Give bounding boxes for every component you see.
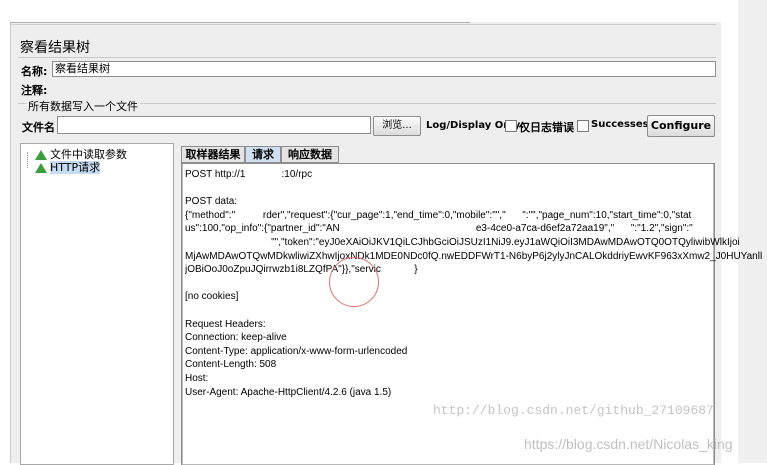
successes-label: Successes — [591, 119, 649, 130]
successes-checkbox[interactable] — [577, 120, 589, 132]
divider — [18, 57, 716, 58]
errors-label: 仅日志错误 — [519, 121, 574, 134]
sampler-tree: 文件中读取参数 HTTP请求 — [20, 143, 174, 465]
tree-item[interactable]: HTTP请求 — [35, 159, 101, 175]
divider — [10, 22, 470, 23]
tab-request[interactable]: 请求 — [245, 146, 281, 163]
request-line: Content-Type: application/x-www-form-url… — [185, 345, 408, 357]
request-line: Request Headers: — [185, 318, 266, 330]
tree-item-label: HTTP请求 — [50, 161, 101, 174]
request-line: Content-Length: 508 — [185, 359, 277, 371]
tree-connector — [27, 152, 29, 168]
comment-label: 注释: — [21, 84, 48, 97]
request-line: Connection: keep-alive — [185, 332, 287, 344]
request-line: us":100,"op_info":{"partner_id":"AN e3-4… — [185, 223, 693, 235]
comment-field[interactable] — [52, 80, 716, 96]
watermark-blog-url-2: https://blog.csdn.net/Nicolas_king — [524, 436, 733, 452]
request-line: {"method":" rder","request":{"cur_page":… — [185, 209, 692, 221]
browse-button[interactable]: 浏览... — [373, 116, 421, 136]
page-margin — [738, 0, 767, 463]
request-line: POST http://1 :10/rpc — [185, 169, 313, 180]
request-line: POST data: — [185, 196, 238, 208]
request-line: "","token":"eyJ0eXAiOiJKV1QiLCJhbGciOiJS… — [185, 237, 740, 248]
top-strip — [0, 0, 767, 22]
tab-response-data[interactable]: 响应数据 — [281, 146, 339, 163]
panel-title: 察看结果树 — [20, 40, 90, 56]
request-line: [no cookies] — [185, 291, 239, 303]
request-content[interactable]: POST http://1 :10/rpc POST data: {"method"… — [181, 163, 762, 465]
divider — [10, 24, 716, 25]
filename-label: 文件名 — [22, 121, 55, 134]
request-line: User-Agent: Apache-HttpClient/4.2.6 (jav… — [185, 386, 392, 398]
sampler-icon — [35, 163, 47, 173]
request-line: jOBiOoJ0oZpuJQirrwzb1i8LZQfPA"}},"servic… — [185, 264, 418, 276]
request-line: Host: — [185, 373, 289, 384]
filename-input[interactable] — [57, 116, 371, 134]
highlight-circle — [329, 257, 379, 307]
watermark-blog-url: http://blog.csdn.net/github_27109687 — [433, 403, 714, 418]
name-label: 名称: — [21, 65, 48, 78]
file-group-title: 所有数据写入一个文件 — [26, 98, 140, 114]
name-field[interactable]: 察看结果树 — [52, 61, 716, 77]
tab-sampler-result[interactable]: 取样器结果 — [181, 146, 245, 163]
configure-button[interactable]: Configure — [647, 115, 715, 137]
errors-checkbox[interactable] — [505, 120, 517, 132]
request-line: MjAwMDAwOTQwMDkwliwiZXhwIjoxNDk1MDE0NDc0… — [185, 250, 763, 262]
